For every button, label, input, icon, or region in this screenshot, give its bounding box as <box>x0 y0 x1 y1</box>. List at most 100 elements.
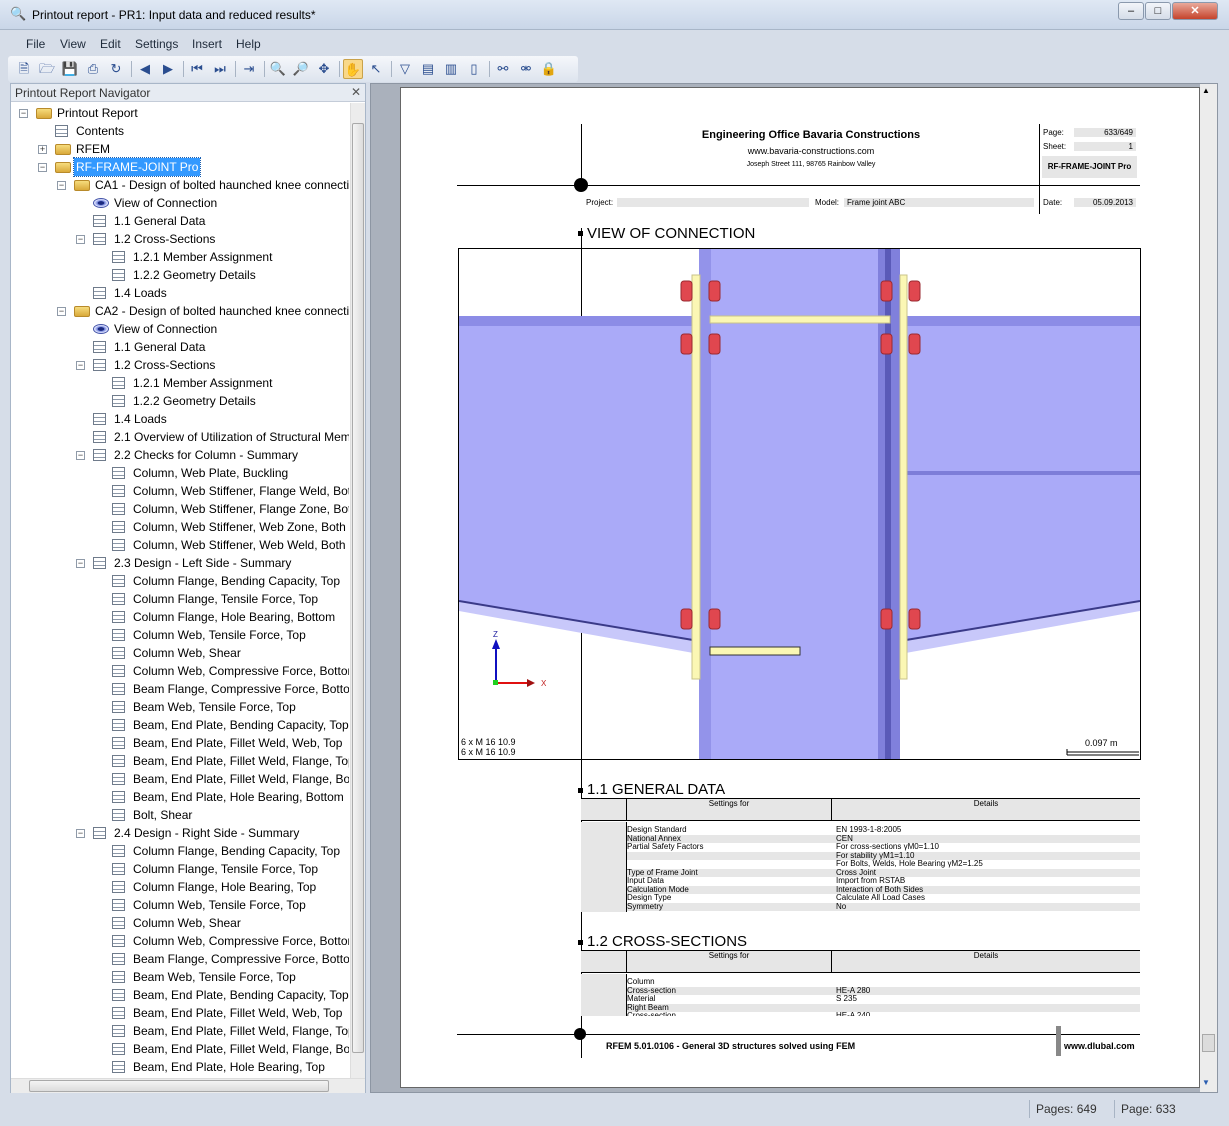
tree-item[interactable]: − 1.2 Cross-Sections <box>11 356 349 374</box>
tree-item[interactable]: 1.4 Loads <box>11 284 349 302</box>
tree-item[interactable]: Column, Web Plate, Buckling <box>11 464 349 482</box>
hand-icon[interactable]: ✋ <box>343 59 363 79</box>
tree-item[interactable]: Column Web, Compressive Force, Bottom <box>11 932 349 950</box>
last-page-icon[interactable]: ⏭ <box>210 59 230 79</box>
collapse-icon[interactable]: − <box>76 829 85 838</box>
tree-item[interactable]: Beam, End Plate, Fillet Weld, Flange, To… <box>11 752 349 770</box>
tree-item[interactable]: 1.2.1 Member Assignment <box>11 248 349 266</box>
collapse-icon[interactable]: − <box>19 109 28 118</box>
tree-item[interactable]: Column, Web Stiffener, Web Weld, Both S <box>11 536 349 554</box>
collapse-icon[interactable]: − <box>76 451 85 460</box>
tree-item[interactable]: Bolt, Shear <box>11 806 349 824</box>
zoom-in-icon[interactable]: 🔍 <box>268 59 288 79</box>
tree-item[interactable]: − RF-FRAME-JOINT Pro <box>11 157 349 177</box>
tree-item[interactable]: Column Flange, Hole Bearing, Top <box>11 878 349 896</box>
tree-item[interactable]: Beam, End Plate, Fillet Weld, Flange, Bo… <box>11 1040 349 1058</box>
tree-item[interactable]: Column Flange, Tensile Force, Top <box>11 590 349 608</box>
navigator-horizontal-scrollbar[interactable] <box>11 1078 365 1093</box>
tree-item[interactable]: View of Connection <box>11 320 349 338</box>
next-icon[interactable]: ▶ <box>158 59 178 79</box>
tree-item[interactable]: 1.2.1 Member Assignment <box>11 374 349 392</box>
tree-item[interactable]: 1.2.2 Geometry Details <box>11 392 349 410</box>
tree-item[interactable]: − CA1 - Design of bolted haunched knee co… <box>11 176 349 194</box>
tree-item[interactable]: 2.1 Overview of Utilization of Structura… <box>11 428 349 446</box>
tree-item[interactable]: 1.1 General Data <box>11 212 349 230</box>
collapse-icon[interactable]: − <box>76 361 85 370</box>
tree-item[interactable]: Beam, End Plate, Hole Bearing, Top <box>11 1058 349 1076</box>
maximize-button[interactable]: □ <box>1145 2 1171 20</box>
tree-item[interactable]: 1.1 General Data <box>11 338 349 356</box>
first-page-icon[interactable]: ⏮ <box>187 59 207 79</box>
navigator-vertical-scrollbar[interactable] <box>350 103 365 1078</box>
unlink-icon[interactable]: ⚮ <box>516 59 536 79</box>
collapse-icon[interactable]: − <box>57 307 66 316</box>
tree-item[interactable]: − 2.4 Design - Right Side - Summary <box>11 824 349 842</box>
tree-item[interactable]: Column, Web Stiffener, Flange Weld, Both <box>11 482 349 500</box>
scrollbar-thumb[interactable] <box>1202 1034 1215 1052</box>
tree-item[interactable]: + RFEM <box>11 140 349 158</box>
tree-item[interactable]: − CA2 - Design of bolted haunched knee co… <box>11 302 349 320</box>
export-icon[interactable]: ⇥ <box>239 59 259 79</box>
open-icon[interactable]: 🗁 <box>37 59 57 79</box>
tree-item[interactable]: Beam Web, Tensile Force, Top <box>11 968 349 986</box>
collapse-icon[interactable]: − <box>76 235 85 244</box>
tree-item[interactable]: Beam, End Plate, Fillet Weld, Flange, To… <box>11 1022 349 1040</box>
blank-page-icon[interactable]: ▯ <box>464 59 484 79</box>
scrollbar-thumb[interactable] <box>29 1080 329 1092</box>
tree-item[interactable]: − Printout Report <box>11 104 349 122</box>
tree-item[interactable]: Beam Web, Tensile Force, Top <box>11 698 349 716</box>
previous-icon[interactable]: ◀ <box>135 59 155 79</box>
tree-item[interactable]: Column Web, Tensile Force, Top <box>11 626 349 644</box>
menu-edit[interactable]: Edit <box>100 37 121 51</box>
tree-item[interactable]: Beam, End Plate, Bending Capacity, Top <box>11 986 349 1004</box>
collapse-icon[interactable]: − <box>57 181 66 190</box>
refresh-icon[interactable]: ↻ <box>106 59 126 79</box>
close-icon[interactable]: ✕ <box>351 85 361 99</box>
tree-item[interactable]: Beam, End Plate, Fillet Weld, Flange, Bo… <box>11 770 349 788</box>
scroll-up-icon[interactable]: ▲ <box>1202 86 1210 95</box>
tree-item[interactable]: − 2.2 Checks for Column - Summary <box>11 446 349 464</box>
tree-item[interactable]: − 1.2 Cross-Sections <box>11 230 349 248</box>
move-icon[interactable]: ✥ <box>314 59 334 79</box>
tree-item[interactable]: Column, Web Stiffener, Web Zone, Both S <box>11 518 349 536</box>
tree-item[interactable]: Column Flange, Bending Capacity, Top <box>11 842 349 860</box>
menu-settings[interactable]: Settings <box>135 37 178 51</box>
menu-insert[interactable]: Insert <box>192 37 222 51</box>
zoom-out-icon[interactable]: 🔎 <box>291 59 311 79</box>
viewer-vertical-scrollbar[interactable]: ▲ ▼ <box>1200 84 1217 1092</box>
tree-item[interactable]: Beam Flange, Compressive Force, Bottom <box>11 950 349 968</box>
tree-item[interactable]: Column Web, Compressive Force, Bottom <box>11 662 349 680</box>
tree-item[interactable]: − 2.3 Design - Left Side - Summary <box>11 554 349 572</box>
expand-icon[interactable]: + <box>38 145 47 154</box>
tree-item[interactable]: Beam, End Plate, Fillet Weld, Web, Top <box>11 1004 349 1022</box>
scroll-down-icon[interactable]: ▼ <box>1202 1078 1210 1087</box>
tree-item[interactable]: Column, Web Stiffener, Flange Zone, Both <box>11 500 349 518</box>
tree-item[interactable]: Column Flange, Hole Bearing, Bottom <box>11 608 349 626</box>
print-icon[interactable]: ⎙ <box>83 59 103 79</box>
pages-icon[interactable]: ▥ <box>441 59 461 79</box>
tree-item[interactable]: Column Flange, Tensile Force, Top <box>11 860 349 878</box>
link-icon[interactable]: ⚯ <box>493 59 513 79</box>
tree-item[interactable]: 1.2.2 Geometry Details <box>11 266 349 284</box>
save-icon[interactable]: 💾 <box>60 59 80 79</box>
tree-item[interactable]: Beam, End Plate, Fillet Weld, Web, Top <box>11 734 349 752</box>
tree-item[interactable]: 1.4 Loads <box>11 410 349 428</box>
tree-item[interactable]: Beam Flange, Compressive Force, Bottom <box>11 680 349 698</box>
collapse-icon[interactable]: − <box>76 559 85 568</box>
menu-view[interactable]: View <box>60 37 86 51</box>
minimize-button[interactable]: – <box>1118 2 1144 20</box>
tree-item[interactable]: Column Web, Tensile Force, Top <box>11 896 349 914</box>
close-button[interactable]: ✕ <box>1172 2 1218 20</box>
tree-item[interactable]: Contents <box>11 122 349 140</box>
menu-help[interactable]: Help <box>236 37 261 51</box>
select-icon[interactable]: ↖ <box>366 59 386 79</box>
tree-item[interactable]: Beam, End Plate, Bending Capacity, Top <box>11 716 349 734</box>
new-report-icon[interactable]: 🗎 <box>14 59 34 79</box>
tree-item[interactable]: View of Connection <box>11 194 349 212</box>
page-icon[interactable]: ▤ <box>418 59 438 79</box>
collapse-icon[interactable]: − <box>38 163 47 172</box>
menu-file[interactable]: File <box>26 37 45 51</box>
tree-item[interactable]: Column Web, Shear <box>11 644 349 662</box>
scrollbar-thumb[interactable] <box>352 123 364 1053</box>
tree-item[interactable]: Column Web, Shear <box>11 914 349 932</box>
